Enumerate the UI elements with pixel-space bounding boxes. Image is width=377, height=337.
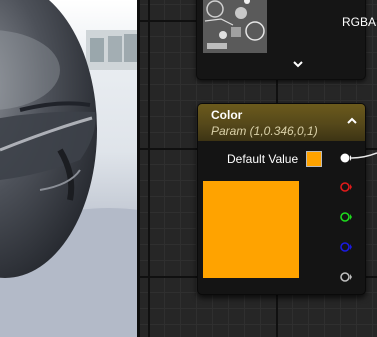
- node-header[interactable]: Color Param (1,0.346,0,1): [198, 104, 365, 141]
- default-value-label: Default Value: [227, 152, 299, 166]
- rgba-output-label: RGBA: [342, 15, 377, 29]
- node-subtitle: Param (1,0.346,0,1): [211, 124, 318, 138]
- r-pin-icon[interactable]: [339, 181, 353, 193]
- default-value-color-swatch[interactable]: [306, 151, 322, 167]
- g-pin-icon[interactable]: [339, 211, 353, 223]
- color-preview: [203, 181, 299, 278]
- color-param-node[interactable]: Color Param (1,0.346,0,1) Default Value: [197, 103, 366, 295]
- sphere-preview: [0, 0, 140, 337]
- chevron-up-icon[interactable]: [346, 116, 358, 126]
- node-title: Color: [211, 108, 243, 122]
- b-pin-icon[interactable]: [339, 241, 353, 253]
- connection-wire[interactable]: [350, 150, 377, 162]
- material-preview-viewport[interactable]: [0, 0, 140, 337]
- a-pin-icon[interactable]: [339, 271, 353, 283]
- texture-sample-node[interactable]: RGBA: [196, 0, 376, 80]
- texture-thumbnail: [203, 0, 267, 53]
- chevron-down-icon[interactable]: [291, 57, 305, 71]
